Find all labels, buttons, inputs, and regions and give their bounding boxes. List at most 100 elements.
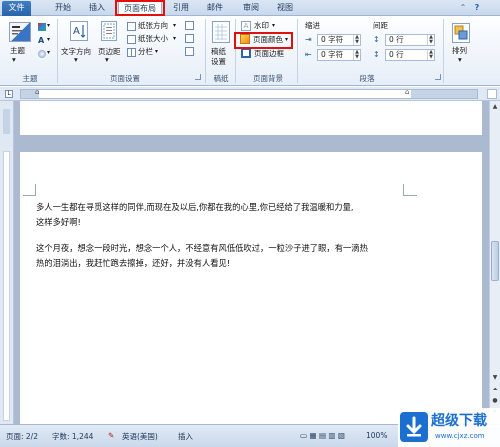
text-direction-arrow[interactable]: ▾ xyxy=(74,54,78,65)
view-icons[interactable]: ▭ ▦ ▤ ▥ ▧ xyxy=(300,431,345,440)
draft-label-2[interactable]: 设置 xyxy=(211,56,226,67)
spacing-after-icon: ↕ xyxy=(373,50,380,59)
watermark-label[interactable]: 水印 xyxy=(254,20,269,31)
size-arrow[interactable]: ▾ xyxy=(173,33,176,44)
tab-file[interactable]: 文件 xyxy=(2,1,31,16)
tab-page-layout[interactable]: 页面布局 xyxy=(118,1,162,16)
help-icon[interactable]: ? xyxy=(472,3,482,13)
orientation-label[interactable]: 纸张方向 xyxy=(138,20,168,31)
vertical-scrollbar[interactable]: ▲ ▼ ⏶ ● ⏷ xyxy=(489,101,500,424)
text-direction-icon[interactable]: A xyxy=(70,21,88,41)
status-language[interactable]: 英语(美国) xyxy=(122,431,158,442)
site-watermark: 超级下载 www.cjxz.com xyxy=(398,408,500,447)
watermark-arrow[interactable]: ▾ xyxy=(272,20,275,31)
margins-icon[interactable] xyxy=(101,21,117,41)
size-label[interactable]: 纸张大小 xyxy=(138,33,168,44)
page-color-icon[interactable] xyxy=(240,34,250,44)
tab-home[interactable]: 开始 xyxy=(50,1,76,16)
group-label-paragraph: 段落 xyxy=(359,74,375,83)
indent-left-input[interactable]: 0 字符 ▲ ▼ xyxy=(317,34,361,46)
draft-paper-icon[interactable] xyxy=(212,21,230,43)
browse-object-icon[interactable]: ● xyxy=(491,397,499,405)
right-indent-marker-icon[interactable]: ⌂ xyxy=(405,89,409,96)
theme-fonts-arrow[interactable]: ▾ xyxy=(47,34,50,45)
page-borders-label[interactable]: 页面边框 xyxy=(254,48,284,59)
line-numbers-icon[interactable] xyxy=(185,34,194,43)
horizontal-ruler[interactable]: ⌂ ⌂ xyxy=(20,89,478,99)
scroll-up-icon[interactable]: ▲ xyxy=(491,103,499,111)
margins-arrow[interactable]: ▾ xyxy=(105,54,109,65)
page-setup-launcher-icon[interactable] xyxy=(195,74,201,80)
prev-page-icon[interactable]: ⏶ xyxy=(491,386,499,394)
orientation-arrow[interactable]: ▾ xyxy=(173,20,176,31)
watermark-brand: 超级下载 xyxy=(431,413,487,429)
spinner-icon[interactable]: ▲ ▼ xyxy=(427,35,434,45)
tab-mailings[interactable]: 邮件 xyxy=(202,1,228,16)
vertical-ruler[interactable] xyxy=(0,101,14,424)
hyphenation-icon[interactable] xyxy=(185,47,194,56)
group-label-page-background: 页面背景 xyxy=(253,74,283,83)
theme-effects-arrow[interactable]: ▾ xyxy=(47,47,50,58)
spacing-before-icon: ↕ xyxy=(373,35,380,44)
separator xyxy=(57,19,58,83)
download-logo-icon xyxy=(400,412,428,442)
themes-dropdown-icon[interactable]: ▾ xyxy=(12,54,16,65)
crop-mark xyxy=(404,195,417,196)
page-color-label[interactable]: 页面颜色 xyxy=(253,34,283,45)
margins-label[interactable]: 页边距 xyxy=(98,46,121,57)
columns-arrow[interactable]: ▾ xyxy=(155,46,158,57)
indent-right-value: 0 字符 xyxy=(321,50,344,59)
separator xyxy=(205,19,206,83)
indent-right-input[interactable]: 0 字符 ▲ ▼ xyxy=(317,49,361,61)
theme-effects-icon[interactable] xyxy=(38,50,46,58)
status-word-count[interactable]: 字数: 1,244 xyxy=(52,431,93,442)
spinner-icon[interactable]: ▲ ▼ xyxy=(427,50,434,60)
orientation-icon[interactable] xyxy=(127,22,136,31)
breaks-icon[interactable] xyxy=(185,21,194,30)
themes-icon[interactable] xyxy=(9,22,31,42)
paragraph-launcher-icon[interactable] xyxy=(435,74,441,80)
theme-fonts-icon[interactable]: A xyxy=(38,37,46,45)
vertical-ruler-shade xyxy=(3,109,10,134)
page-previous-bottom xyxy=(20,101,482,135)
status-zoom[interactable]: 100% xyxy=(366,431,387,440)
page-color-arrow[interactable]: ▾ xyxy=(285,34,288,45)
spinner-icon[interactable]: ▲ ▼ xyxy=(353,35,360,45)
status-insert-mode[interactable]: 插入 xyxy=(178,431,193,442)
scroll-thumb[interactable] xyxy=(491,241,499,281)
watermark-icon[interactable]: A xyxy=(241,21,251,31)
tab-references[interactable]: 引用 xyxy=(168,1,194,16)
ribbon-tab-bar: 文件 开始 插入 页面布局 引用 邮件 审阅 视图 ⌃ ? xyxy=(0,0,500,16)
group-label-page-setup: 页面设置 xyxy=(110,74,140,83)
tab-insert[interactable]: 插入 xyxy=(84,1,110,16)
page-current[interactable]: 多人一生都在寻觅这样的同伴,而现在及以后,你都在我的心里,你已经给了我温暖和力量… xyxy=(20,152,482,424)
horizontal-ruler-area: L ⌂ ⌂ xyxy=(0,87,500,101)
arrange-icon[interactable] xyxy=(452,23,470,43)
columns-icon[interactable] xyxy=(127,48,136,57)
page-borders-icon[interactable] xyxy=(241,48,251,58)
tab-selector-icon[interactable]: L xyxy=(5,90,13,98)
watermark-url: www.cjxz.com xyxy=(435,432,485,440)
right-margin-shade xyxy=(411,90,477,98)
minimize-ribbon-icon[interactable]: ⌃ xyxy=(458,3,468,13)
proofing-icon[interactable]: ✎ xyxy=(108,431,114,440)
group-label-draft: 稿纸 xyxy=(213,74,229,83)
theme-colors-arrow[interactable]: ▾ xyxy=(47,20,50,31)
spinner-icon[interactable]: ▲ ▼ xyxy=(353,50,360,60)
group-label-themes: 主题 xyxy=(22,74,38,83)
paragraph-2-line-2: 热的泪淌出，我赶忙跑去擦掉，还好，并没有人看见! xyxy=(36,258,231,268)
view-ruler-icon[interactable] xyxy=(487,89,497,99)
tab-view[interactable]: 视图 xyxy=(272,1,298,16)
indent-marker-icon[interactable]: ⌂ xyxy=(35,89,39,96)
status-page[interactable]: 页面: 2/2 xyxy=(6,431,38,442)
spacing-before-input[interactable]: 0 行 ▲ ▼ xyxy=(385,34,435,46)
spacing-after-input[interactable]: 0 行 ▲ ▼ xyxy=(385,49,435,61)
arrange-arrow[interactable]: ▾ xyxy=(458,54,462,65)
scroll-down-icon[interactable]: ▼ xyxy=(491,374,499,382)
svg-text:A: A xyxy=(73,26,80,37)
size-icon[interactable] xyxy=(127,35,136,44)
indent-left-icon: ⇥ xyxy=(305,35,312,44)
theme-colors-icon[interactable] xyxy=(38,23,46,31)
tab-review[interactable]: 审阅 xyxy=(238,1,264,16)
columns-label[interactable]: 分栏 xyxy=(138,46,153,57)
